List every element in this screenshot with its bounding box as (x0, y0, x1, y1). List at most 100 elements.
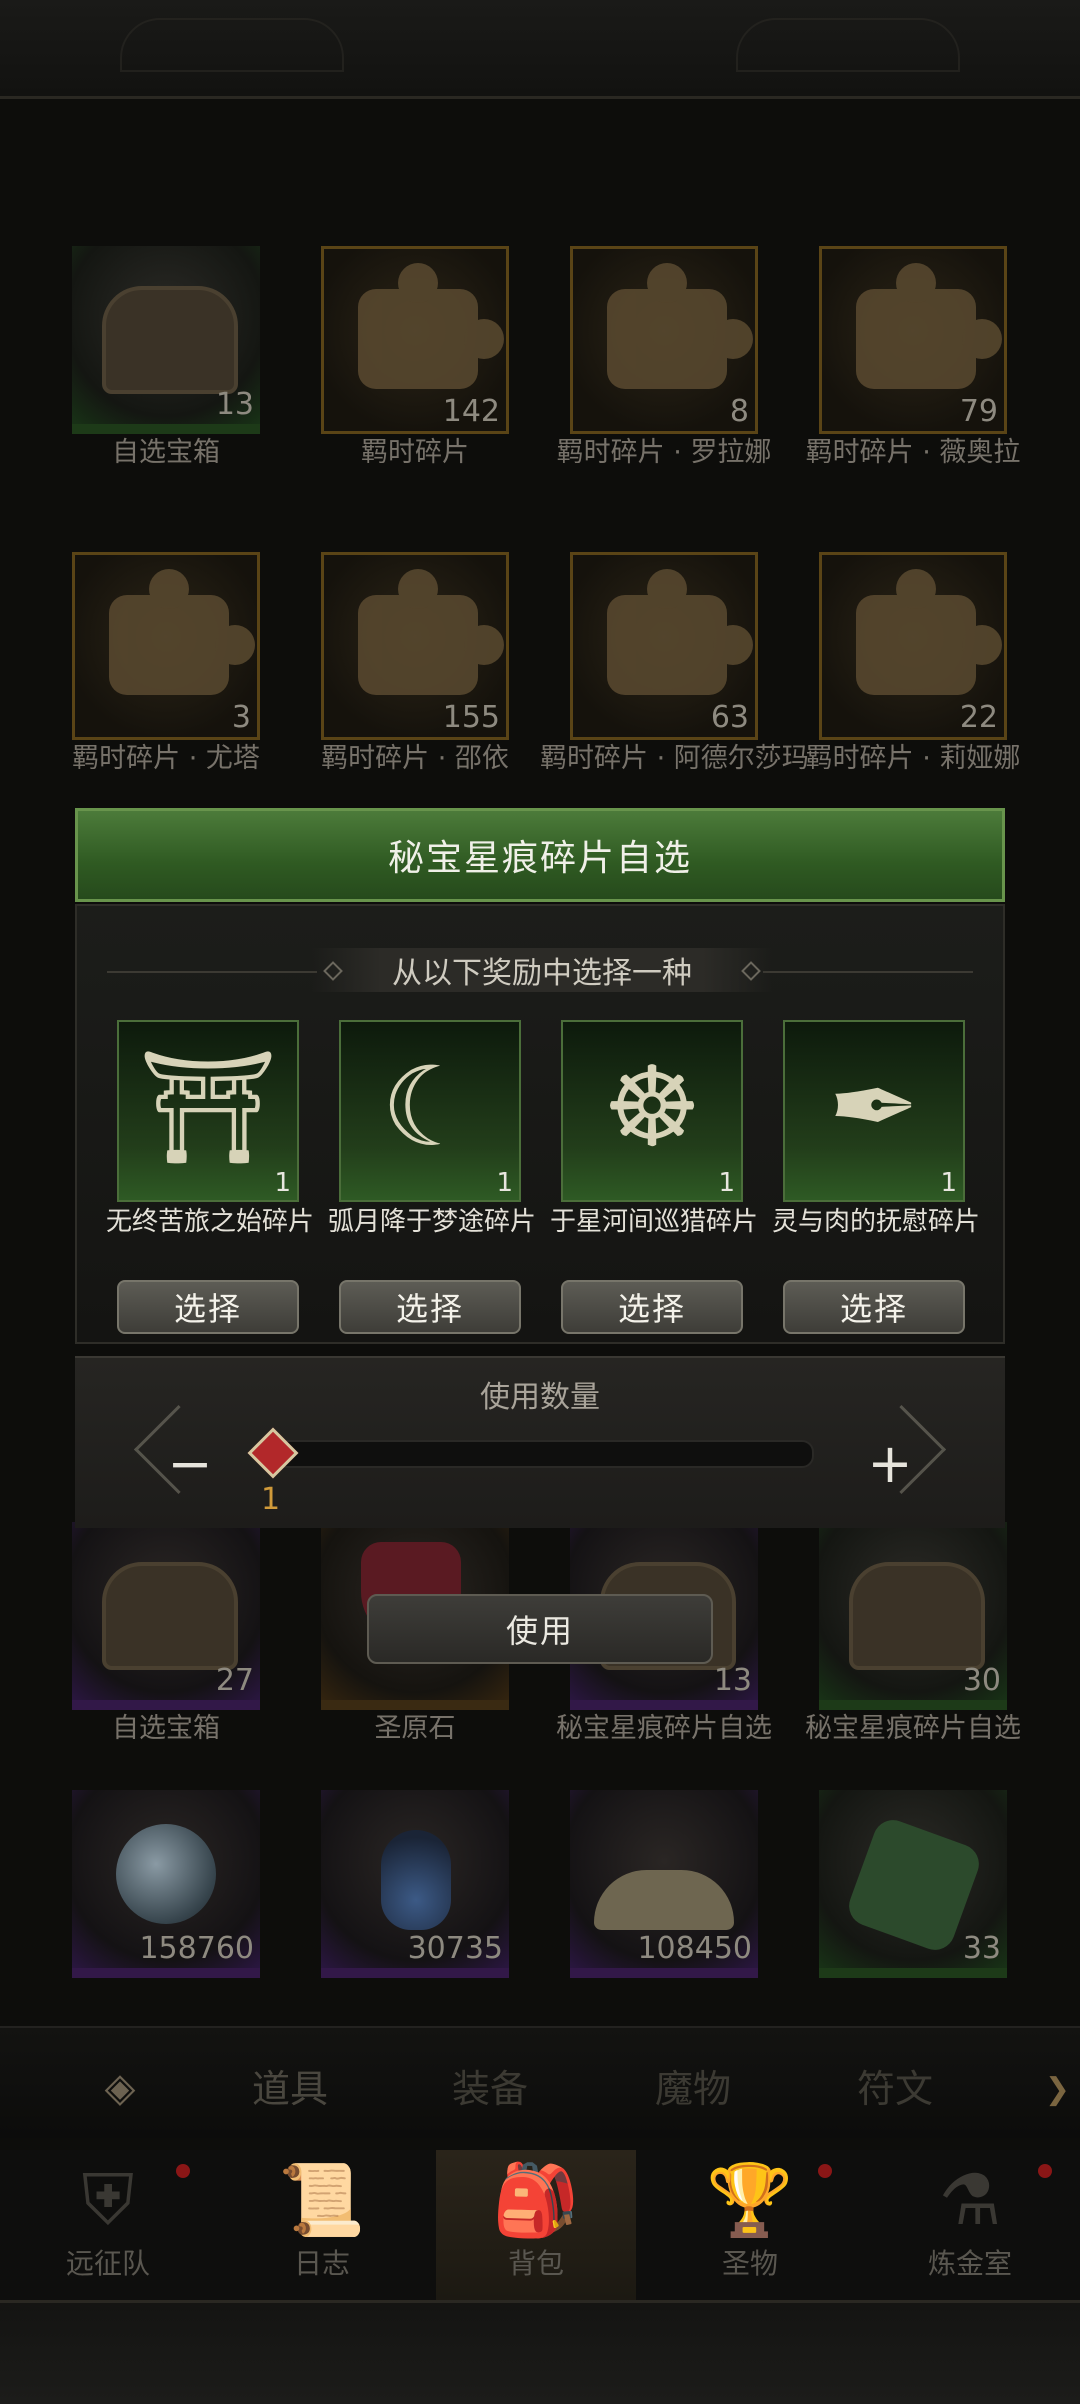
inventory-item[interactable]: 33 (819, 1790, 1007, 1982)
item-count: 27 (215, 1663, 254, 1698)
modal-body: 从以下奖励中选择一种 ⛩ 1 无终苦旅之始碎片 选择 ☾ 1 弧月降于梦途碎片 选择 ☸ 1 于星河… (75, 904, 1005, 1344)
increase-button[interactable]: + (845, 1418, 935, 1508)
reward-option: ✒ 1 灵与肉的抚慰碎片选择 (772, 1020, 980, 1334)
tab-item[interactable]: 符文 (857, 2058, 933, 2113)
inventory-item[interactable]: 27 自选宝箱 (72, 1522, 260, 1744)
select-button[interactable]: 选择 (561, 1280, 743, 1334)
item-count: 155 (442, 700, 500, 735)
item-count: 22 (959, 700, 998, 735)
select-button[interactable]: 选择 (783, 1280, 965, 1334)
nav-item[interactable]: 🎒 背包 (436, 2150, 636, 2300)
reward-option: ⛩ 1 无终苦旅之始碎片选择 (106, 1020, 314, 1334)
reward-name: 灵与肉的抚慰碎片 (771, 1207, 980, 1237)
notification-dot (818, 2164, 832, 2178)
tab-item[interactable]: 魔物 (655, 2058, 731, 2113)
item-slot: 142 (321, 246, 509, 434)
puzzle-icon (358, 263, 504, 389)
category-tab-bar: ◈ 道具 装备 魔物 符文 ❯ (0, 2026, 1080, 2138)
inventory-item[interactable]: 8 羁时碎片 · 罗拉娜 (557, 246, 771, 468)
use-button[interactable]: 使用 (367, 1594, 713, 1664)
notification-dot (1038, 2164, 1052, 2178)
item-name: 羁时碎片 · 莉娅娜 (805, 743, 1021, 774)
crescent-moon-icon: ☾ (380, 1043, 480, 1171)
item-count: 30 (962, 1663, 1001, 1698)
inventory-item[interactable]: 63 羁时碎片 · 阿德尔莎玛 (540, 552, 809, 774)
item-name: 羁时碎片 · 罗拉娜 (556, 437, 772, 468)
item-slot: 79 (819, 246, 1007, 434)
item-name: 圣原石 (374, 1713, 456, 1744)
backpack-icon: 🎒 (492, 2159, 580, 2241)
item-count: 63 (710, 700, 749, 735)
puzzle-icon (358, 569, 504, 695)
inventory-item[interactable]: 108450 (570, 1790, 758, 1982)
reward-slot[interactable]: ☾ 1 (339, 1020, 521, 1202)
item-count: 108450 (637, 1931, 752, 1966)
reward-slot[interactable]: ✒ 1 (783, 1020, 965, 1202)
item-name: 秘宝星痕碎片自选 (805, 1713, 1021, 1744)
nav-item[interactable]: ⚗ 炼金室 (870, 2150, 1070, 2300)
quantity-value: 1 (261, 1482, 281, 1517)
item-slot: 108450 (570, 1790, 758, 1978)
frame-ornament (120, 18, 344, 72)
nav-label: 远征队 (65, 2247, 150, 2280)
item-count: 13 (713, 1663, 752, 1698)
quantity-slider[interactable] (270, 1440, 814, 1468)
nav-label: 背包 (507, 2247, 564, 2280)
nav-item[interactable]: 📜 日志 (222, 2150, 422, 2300)
divider (107, 971, 317, 973)
item-slot: 30735 (321, 1790, 509, 1978)
chevron-right-icon[interactable]: ❯ (1045, 2072, 1070, 2107)
select-button[interactable]: 选择 (117, 1280, 299, 1334)
door-icon: ⛩ (138, 1043, 278, 1171)
modal-title: 秘宝星痕碎片自选 (75, 808, 1005, 902)
item-count: 3 (231, 700, 251, 735)
tab-item[interactable]: 道具 (252, 2058, 328, 2113)
reward-count: 1 (496, 1168, 513, 1198)
reward-name: 无终苦旅之始碎片 (105, 1207, 314, 1237)
inventory-item[interactable]: 13 自选宝箱 (72, 246, 260, 468)
scroll-icon: 📜 (278, 2159, 366, 2241)
reward-count: 1 (940, 1168, 957, 1198)
reward-slot[interactable]: ☸ 1 (561, 1020, 743, 1202)
tab-item[interactable]: 装备 (452, 2058, 528, 2113)
item-count: 8 (729, 394, 749, 429)
puzzle-icon (856, 569, 1002, 695)
potion-icon (381, 1830, 451, 1930)
item-count: 30735 (407, 1931, 503, 1966)
chest-icon (102, 286, 238, 394)
modal-subtitle: 从以下奖励中选择一种 (312, 948, 772, 992)
slider-handle[interactable] (247, 1427, 299, 1479)
inventory-item[interactable]: 79 羁时碎片 · 薇奥拉 (806, 246, 1020, 468)
frame-ornament (736, 18, 960, 72)
item-name: 羁时碎片 (361, 437, 469, 468)
item-name: 羁时碎片 · 阿德尔莎玛 (540, 743, 809, 774)
item-count: 33 (962, 1931, 1001, 1966)
decrease-button[interactable]: − (145, 1418, 235, 1508)
item-slot: 63 (570, 552, 758, 740)
nav-item[interactable]: 🏆 圣物 (650, 2150, 850, 2300)
reward-slot[interactable]: ⛩ 1 (117, 1020, 299, 1202)
quantity-panel: 使用数量 − 1 + (75, 1356, 1005, 1528)
puzzle-icon (607, 263, 753, 389)
item-slot: 30 (819, 1522, 1007, 1710)
back-icon[interactable]: ◈ (40, 2058, 200, 2118)
inventory-item[interactable]: 155 羁时碎片 · 邵依 (321, 552, 509, 774)
inventory-item[interactable]: 3 羁时碎片 · 尤塔 (72, 552, 260, 774)
notification-dot (176, 2164, 190, 2178)
select-button[interactable]: 选择 (339, 1280, 521, 1334)
item-slot: 158760 (72, 1790, 260, 1978)
inventory-item[interactable]: 158760 (72, 1790, 260, 1982)
nav-item[interactable]: ⛨ 远征队 (8, 2150, 208, 2300)
item-count: 158760 (139, 1931, 254, 1966)
item-slot: 8 (570, 246, 758, 434)
orb-icon (116, 1824, 216, 1924)
item-slot: 27 (72, 1522, 260, 1710)
inventory-item[interactable]: 30 秘宝星痕碎片自选 (805, 1522, 1021, 1744)
puzzle-icon (109, 569, 255, 695)
item-count: 13 (215, 387, 254, 422)
inventory-item[interactable]: 22 羁时碎片 · 莉娅娜 (806, 552, 1020, 774)
reward-option: ☸ 1 于星河间巡猎碎片 选择 (550, 1020, 758, 1334)
inventory-item[interactable]: 30735 (321, 1790, 509, 1982)
inventory-item[interactable]: 142 羁时碎片 (321, 246, 509, 468)
chest-icon (102, 1562, 238, 1670)
